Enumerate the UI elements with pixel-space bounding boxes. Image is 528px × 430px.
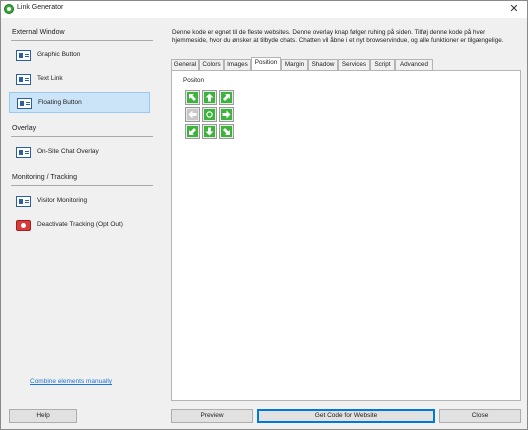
arrow-up-icon	[204, 92, 215, 103]
position-center-button[interactable]	[202, 107, 217, 122]
position-middle-left-button[interactable]	[185, 107, 200, 122]
section-header-overlay: Overlay	[12, 125, 37, 132]
sidebar-item-text-link[interactable]: Text Link	[9, 69, 150, 90]
window-title: Link Generator	[17, 4, 64, 11]
tab-services[interactable]: Services	[338, 59, 370, 70]
tab-general[interactable]: General	[171, 59, 199, 70]
window-close-icon[interactable]: ✕	[507, 2, 521, 16]
circle-icon	[204, 109, 215, 120]
visitor-monitoring-icon	[16, 196, 31, 207]
get-code-button[interactable]: Get Code for Website	[257, 409, 435, 423]
arrow-up-left-icon	[187, 92, 198, 103]
title-bar: Link Generator ✕	[1, 1, 527, 18]
position-bottom-center-button[interactable]	[202, 124, 217, 139]
link-generator-window: Link Generator ✕ External Window Graphic…	[0, 0, 528, 430]
sidebar-item-floating-button[interactable]: Floating Button	[9, 92, 150, 113]
section-header-monitoring-tracking: Monitoring / Tracking	[12, 174, 77, 181]
position-panel: Positon	[171, 70, 521, 401]
arrow-left-icon	[187, 109, 198, 120]
position-top-right-button[interactable]	[219, 90, 234, 105]
sidebar-item-label: Text Link	[37, 75, 63, 82]
sidebar-item-visitor-monitoring[interactable]: Visitor Monitoring	[9, 191, 150, 212]
tab-advanced[interactable]: Advanced	[395, 59, 433, 70]
tab-colors[interactable]: Colors	[199, 59, 224, 70]
text-link-icon	[16, 74, 31, 85]
sidebar-item-label: Visitor Monitoring	[37, 197, 88, 204]
floating-button-icon	[17, 98, 32, 109]
tab-margin[interactable]: Margin	[281, 59, 308, 70]
sidebar-item-label: Graphic Button	[37, 51, 81, 58]
sidebar-item-deactivate-tracking[interactable]: Deactivate Tracking (Opt Out)	[9, 215, 150, 236]
sidebar-item-label: Deactivate Tracking (Opt Out)	[37, 221, 123, 228]
close-button[interactable]: Close	[439, 409, 521, 423]
sidebar-item-label: On-Site Chat Overlay	[37, 148, 99, 155]
tab-shadow[interactable]: Shadow	[308, 59, 338, 70]
stop-tracking-icon	[16, 220, 31, 231]
position-top-left-button[interactable]	[185, 90, 200, 105]
divider	[11, 40, 153, 41]
section-header-external-window: External Window	[12, 29, 65, 36]
combine-elements-link[interactable]: Combine elements manually	[30, 378, 112, 385]
help-button[interactable]: Help	[9, 409, 77, 423]
divider	[11, 136, 153, 137]
tab-images[interactable]: Images	[224, 59, 251, 70]
sidebar-item-graphic-button[interactable]: Graphic Button	[9, 45, 150, 66]
position-bottom-right-button[interactable]	[219, 124, 234, 139]
position-top-center-button[interactable]	[202, 90, 217, 105]
position-group-label: Positon	[183, 77, 205, 84]
tab-position[interactable]: Position	[251, 57, 281, 70]
position-grid	[185, 90, 235, 140]
arrow-up-right-icon	[221, 92, 232, 103]
app-logo-icon	[4, 4, 14, 14]
divider	[11, 185, 153, 186]
chat-overlay-icon	[16, 147, 31, 158]
arrow-down-right-icon	[221, 126, 232, 137]
position-bottom-left-button[interactable]	[185, 124, 200, 139]
sidebar-item-label: Floating Button	[38, 99, 82, 106]
arrow-down-icon	[204, 126, 215, 137]
arrow-down-left-icon	[187, 126, 198, 137]
sidebar: External Window Graphic Button Text Link…	[8, 23, 153, 401]
sidebar-item-on-site-chat-overlay[interactable]: On-Site Chat Overlay	[9, 142, 150, 163]
graphic-button-icon	[16, 50, 31, 61]
arrow-right-icon	[221, 109, 232, 120]
tab-script[interactable]: Script	[370, 59, 395, 70]
description-text: Denne kode er egnet til de fleste websit…	[172, 29, 504, 44]
preview-button[interactable]: Preview	[171, 409, 253, 423]
position-middle-right-button[interactable]	[219, 107, 234, 122]
